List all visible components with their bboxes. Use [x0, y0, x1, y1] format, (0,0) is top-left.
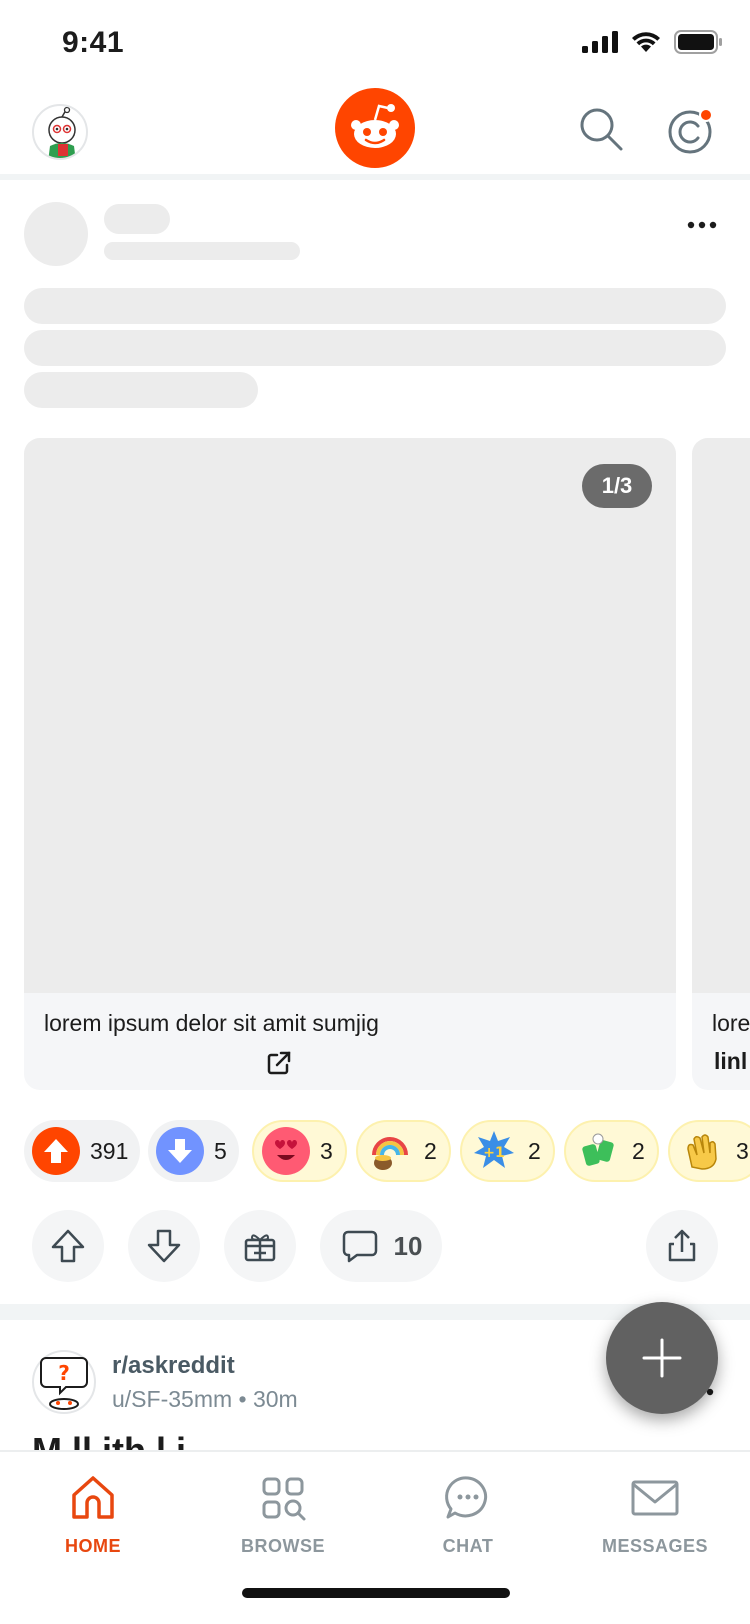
gallery-next-link: linl — [714, 1048, 748, 1074]
upvote-button[interactable] — [32, 1210, 104, 1282]
home-indicator — [242, 1588, 510, 1598]
browse-icon — [262, 1477, 306, 1521]
tab-messages[interactable]: MESSAGES — [580, 1470, 730, 1557]
title-placeholder-line — [24, 288, 726, 324]
comment-count: 10 — [393, 1230, 423, 1261]
coin-icon — [668, 108, 713, 154]
title-placeholder-line — [24, 330, 726, 366]
comments-button[interactable]: 10 — [320, 1210, 442, 1282]
wifi-icon — [632, 32, 660, 52]
post-card[interactable]: 1/3 lorem ipsum delor sit amit sumjig lo… — [0, 186, 750, 1304]
downvote-icon — [147, 1229, 181, 1263]
upvote-icon — [51, 1229, 85, 1263]
subreddit-avatar[interactable]: ? — [32, 1350, 96, 1414]
askreddit-icon: ? — [40, 1357, 88, 1410]
share-button[interactable] — [646, 1210, 718, 1282]
search-button[interactable] — [578, 106, 624, 152]
award-count: 2 — [632, 1137, 645, 1164]
gift-icon — [244, 1234, 276, 1262]
award-count: 3 — [736, 1137, 749, 1164]
author-avatar-placeholder — [24, 202, 88, 266]
gallery-next-item[interactable]: lore linl — [692, 438, 750, 1090]
status-time: 9:41 — [62, 26, 125, 59]
subreddit-name[interactable]: r/askreddit — [112, 1352, 235, 1380]
external-link-icon[interactable] — [266, 1050, 292, 1076]
award-count: 2 — [528, 1137, 541, 1164]
status-icons — [582, 30, 722, 54]
upvote-count: 391 — [90, 1137, 129, 1164]
award-chip[interactable]: 2 — [564, 1120, 659, 1182]
snoo-logo-icon — [351, 104, 399, 148]
bottom-tab-bar: HOME BROWSE CHAT MESSAGES — [0, 1450, 750, 1624]
tab-chat[interactable]: CHAT — [393, 1470, 543, 1557]
upvote-filled-icon — [32, 1127, 80, 1175]
award-chip[interactable]: 3 — [668, 1120, 750, 1182]
award-count: 2 — [424, 1137, 437, 1164]
upvote-count-chip[interactable]: 391 — [24, 1120, 141, 1182]
battery-icon — [674, 30, 722, 54]
downvote-filled-icon — [156, 1127, 204, 1175]
more-horizontal-icon — [687, 221, 717, 229]
tab-home[interactable]: HOME — [18, 1470, 168, 1557]
downvote-count: 5 — [214, 1137, 227, 1164]
gallery-page-indicator: 1/3 — [582, 464, 652, 508]
create-post-button[interactable] — [606, 1302, 718, 1414]
gallery-item[interactable]: 1/3 lorem ipsum delor sit amit sumjig — [24, 438, 676, 1090]
meta-placeholder — [104, 242, 300, 260]
home-icon — [72, 1476, 114, 1519]
post-title: M ll ith l i — [32, 1430, 186, 1450]
plus-icon — [642, 1338, 682, 1378]
tab-label: CHAT — [442, 1536, 494, 1556]
gallery-next-caption: lore — [712, 1010, 750, 1036]
cheers-award-icon — [574, 1127, 622, 1175]
heart-eyes-award-icon — [262, 1127, 310, 1175]
subreddit-placeholder — [104, 204, 170, 234]
gallery-caption: lorem ipsum delor sit amit sumjig — [44, 1010, 379, 1036]
post-actions: 10 — [0, 1210, 750, 1282]
tab-browse[interactable]: BROWSE — [208, 1470, 358, 1557]
svg-text:+1: +1 — [483, 1145, 504, 1161]
gallery-image-placeholder — [24, 438, 676, 993]
top-nav — [0, 88, 750, 180]
svg-text:?: ? — [58, 1361, 70, 1385]
award-chip[interactable]: 2 — [356, 1120, 451, 1182]
cellular-signal-icon — [582, 31, 618, 53]
mail-icon — [631, 1480, 679, 1516]
title-placeholder-line — [24, 372, 258, 408]
plus-one-award-icon: +1 — [470, 1127, 518, 1175]
gallery-image-placeholder — [692, 438, 750, 993]
downvote-count-chip[interactable]: 5 — [148, 1120, 239, 1182]
post-author-time: u/SF-35mm • 30m — [112, 1386, 298, 1412]
award-chip[interactable]: 3 — [252, 1120, 347, 1182]
comment-icon — [342, 1230, 377, 1263]
give-award-button[interactable] — [224, 1210, 296, 1282]
downvote-button[interactable] — [128, 1210, 200, 1282]
rainbow-award-icon — [366, 1127, 414, 1175]
tab-label: MESSAGES — [601, 1536, 709, 1556]
reddit-logo[interactable] — [335, 88, 415, 168]
search-icon — [580, 108, 623, 151]
clap-award-icon — [678, 1127, 726, 1175]
snoo-avatar-icon — [48, 106, 76, 158]
award-count: 3 — [320, 1137, 333, 1164]
chat-icon — [445, 1476, 488, 1519]
awards-row: 391 5 3 2 +1 2 2 3 — [24, 1120, 750, 1182]
coins-button[interactable] — [666, 106, 716, 156]
tab-label: HOME — [65, 1536, 121, 1556]
more-options-button[interactable] — [684, 212, 720, 238]
award-chip[interactable]: +1 2 — [460, 1120, 555, 1182]
share-icon — [668, 1229, 696, 1262]
status-bar: 9:41 — [0, 0, 750, 88]
user-avatar[interactable] — [32, 104, 88, 160]
tab-label: BROWSE — [241, 1536, 325, 1556]
